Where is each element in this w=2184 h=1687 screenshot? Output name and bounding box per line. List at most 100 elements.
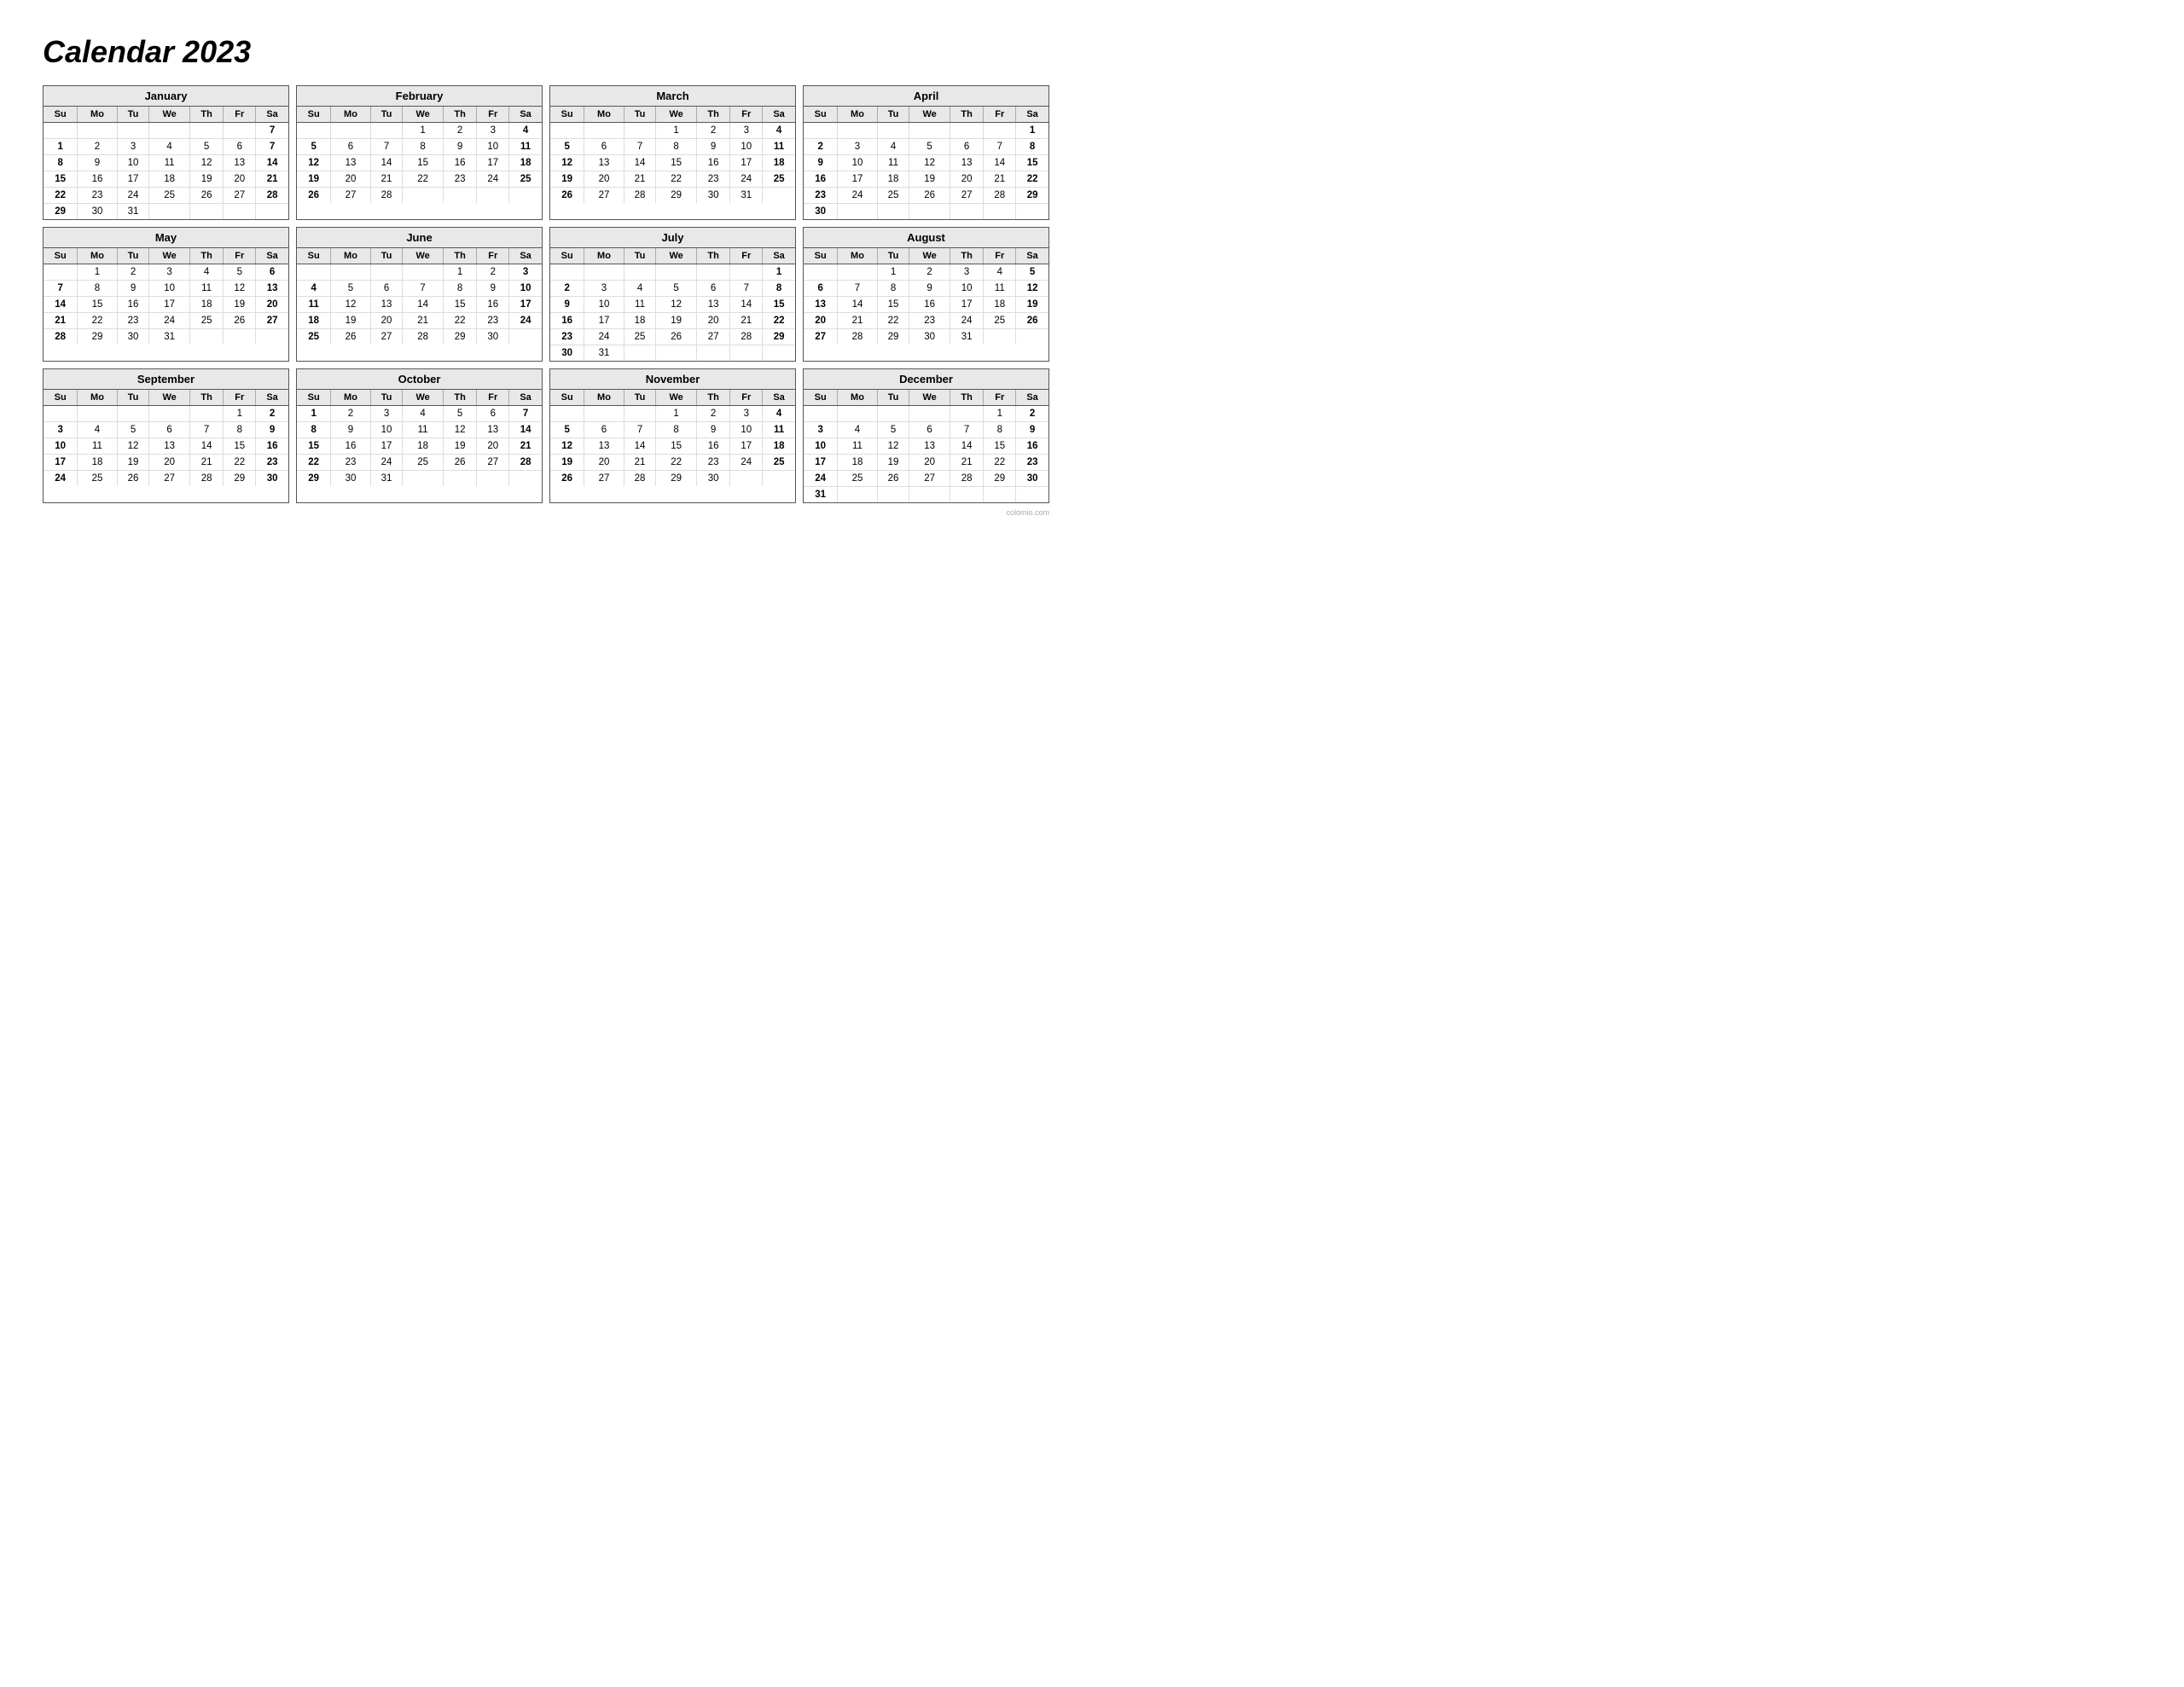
day-header-fr: Fr [984, 248, 1016, 264]
day-cell: 14 [984, 155, 1016, 171]
day-cell: 16 [117, 297, 149, 313]
day-cell: 1 [443, 264, 477, 281]
table-row: 12131415161718 [550, 438, 795, 455]
day-cell: 21 [624, 455, 656, 471]
day-cell: 9 [331, 422, 370, 438]
day-cell [550, 123, 584, 139]
table-row: 7 [44, 123, 288, 139]
day-cell: 21 [730, 313, 763, 329]
day-cell: 13 [477, 422, 509, 438]
day-cell: 15 [403, 155, 443, 171]
day-cell: 22 [44, 188, 78, 204]
day-header-su: Su [297, 390, 331, 406]
day-cell: 8 [78, 281, 117, 297]
day-header-tu: Tu [370, 390, 403, 406]
day-cell: 13 [584, 438, 624, 455]
day-cell: 13 [584, 155, 624, 171]
day-cell: 16 [696, 438, 730, 455]
day-cell: 2 [909, 264, 950, 281]
day-cell: 21 [984, 171, 1016, 188]
day-cell: 31 [370, 471, 403, 487]
day-header-th: Th [189, 248, 224, 264]
day-cell: 25 [838, 471, 877, 487]
table-row: 9101112131415 [804, 155, 1048, 171]
day-header-tu: Tu [117, 390, 149, 406]
day-cell: 11 [838, 438, 877, 455]
day-cell: 18 [877, 171, 909, 188]
day-cell: 13 [224, 155, 256, 171]
day-cell: 21 [44, 313, 78, 329]
day-cell: 12 [1016, 281, 1048, 297]
day-cell: 22 [224, 455, 256, 471]
table-row: 2627282930 [550, 471, 795, 487]
month-table: SuMoTuWeThFrSa12345678910111213141516171… [297, 390, 542, 486]
day-cell: 18 [189, 297, 224, 313]
month-title: October [297, 369, 542, 390]
day-cell [189, 123, 224, 139]
table-row: 20212223242526 [804, 313, 1048, 329]
day-cell: 11 [624, 297, 656, 313]
day-header-fr: Fr [984, 107, 1016, 123]
day-header-we: We [149, 390, 189, 406]
day-cell: 17 [730, 438, 763, 455]
day-cell: 17 [730, 155, 763, 171]
day-header-sa: Sa [509, 107, 542, 123]
day-cell [838, 487, 877, 503]
day-cell: 28 [624, 188, 656, 204]
month-table: SuMoTuWeThFrSa12345678910111213141516171… [804, 248, 1048, 345]
day-header-th: Th [696, 107, 730, 123]
month-june: JuneSuMoTuWeThFrSa1234567891011121314151… [296, 227, 543, 362]
day-cell: 12 [443, 422, 477, 438]
day-cell: 21 [624, 171, 656, 188]
day-cell: 30 [256, 471, 288, 487]
table-row: 1 [550, 264, 795, 281]
day-cell [297, 264, 331, 281]
day-cell: 4 [509, 123, 542, 139]
day-cell: 28 [256, 188, 288, 204]
day-cell: 12 [189, 155, 224, 171]
day-cell: 7 [624, 139, 656, 155]
day-header-su: Su [297, 248, 331, 264]
day-cell: 8 [877, 281, 909, 297]
day-cell [1016, 204, 1048, 220]
table-row: 16171819202122 [550, 313, 795, 329]
day-cell: 23 [331, 455, 370, 471]
day-cell: 25 [189, 313, 224, 329]
day-cell: 1 [297, 406, 331, 422]
day-cell: 16 [443, 155, 477, 171]
day-cell: 25 [297, 329, 331, 345]
day-cell: 23 [550, 329, 584, 345]
day-cell: 20 [224, 171, 256, 188]
day-cell: 10 [730, 422, 763, 438]
table-row: 2345678 [804, 139, 1048, 155]
watermark: colomio.com [43, 508, 1049, 517]
day-cell: 14 [403, 297, 443, 313]
day-cell: 1 [984, 406, 1016, 422]
day-cell: 5 [331, 281, 370, 297]
day-header-fr: Fr [730, 248, 763, 264]
day-header-tu: Tu [117, 107, 149, 123]
day-cell: 3 [117, 139, 149, 155]
day-cell: 23 [804, 188, 838, 204]
day-cell: 10 [370, 422, 403, 438]
day-cell [877, 204, 909, 220]
day-header-mo: Mo [331, 390, 370, 406]
day-header-su: Su [44, 390, 78, 406]
day-header-th: Th [443, 107, 477, 123]
day-cell: 20 [584, 171, 624, 188]
month-table: SuMoTuWeThFrSa12345678910111213141516171… [804, 390, 1048, 502]
day-cell: 2 [696, 123, 730, 139]
day-cell [984, 487, 1016, 503]
day-cell: 15 [78, 297, 117, 313]
table-row: 567891011 [550, 422, 795, 438]
day-cell: 16 [696, 155, 730, 171]
day-header-fr: Fr [477, 390, 509, 406]
day-cell: 20 [584, 455, 624, 471]
day-cell: 29 [443, 329, 477, 345]
day-cell: 26 [297, 188, 331, 204]
day-cell: 6 [804, 281, 838, 297]
table-row: 23242526272829 [550, 329, 795, 345]
day-cell: 3 [838, 139, 877, 155]
day-cell: 4 [984, 264, 1016, 281]
day-cell: 1 [877, 264, 909, 281]
